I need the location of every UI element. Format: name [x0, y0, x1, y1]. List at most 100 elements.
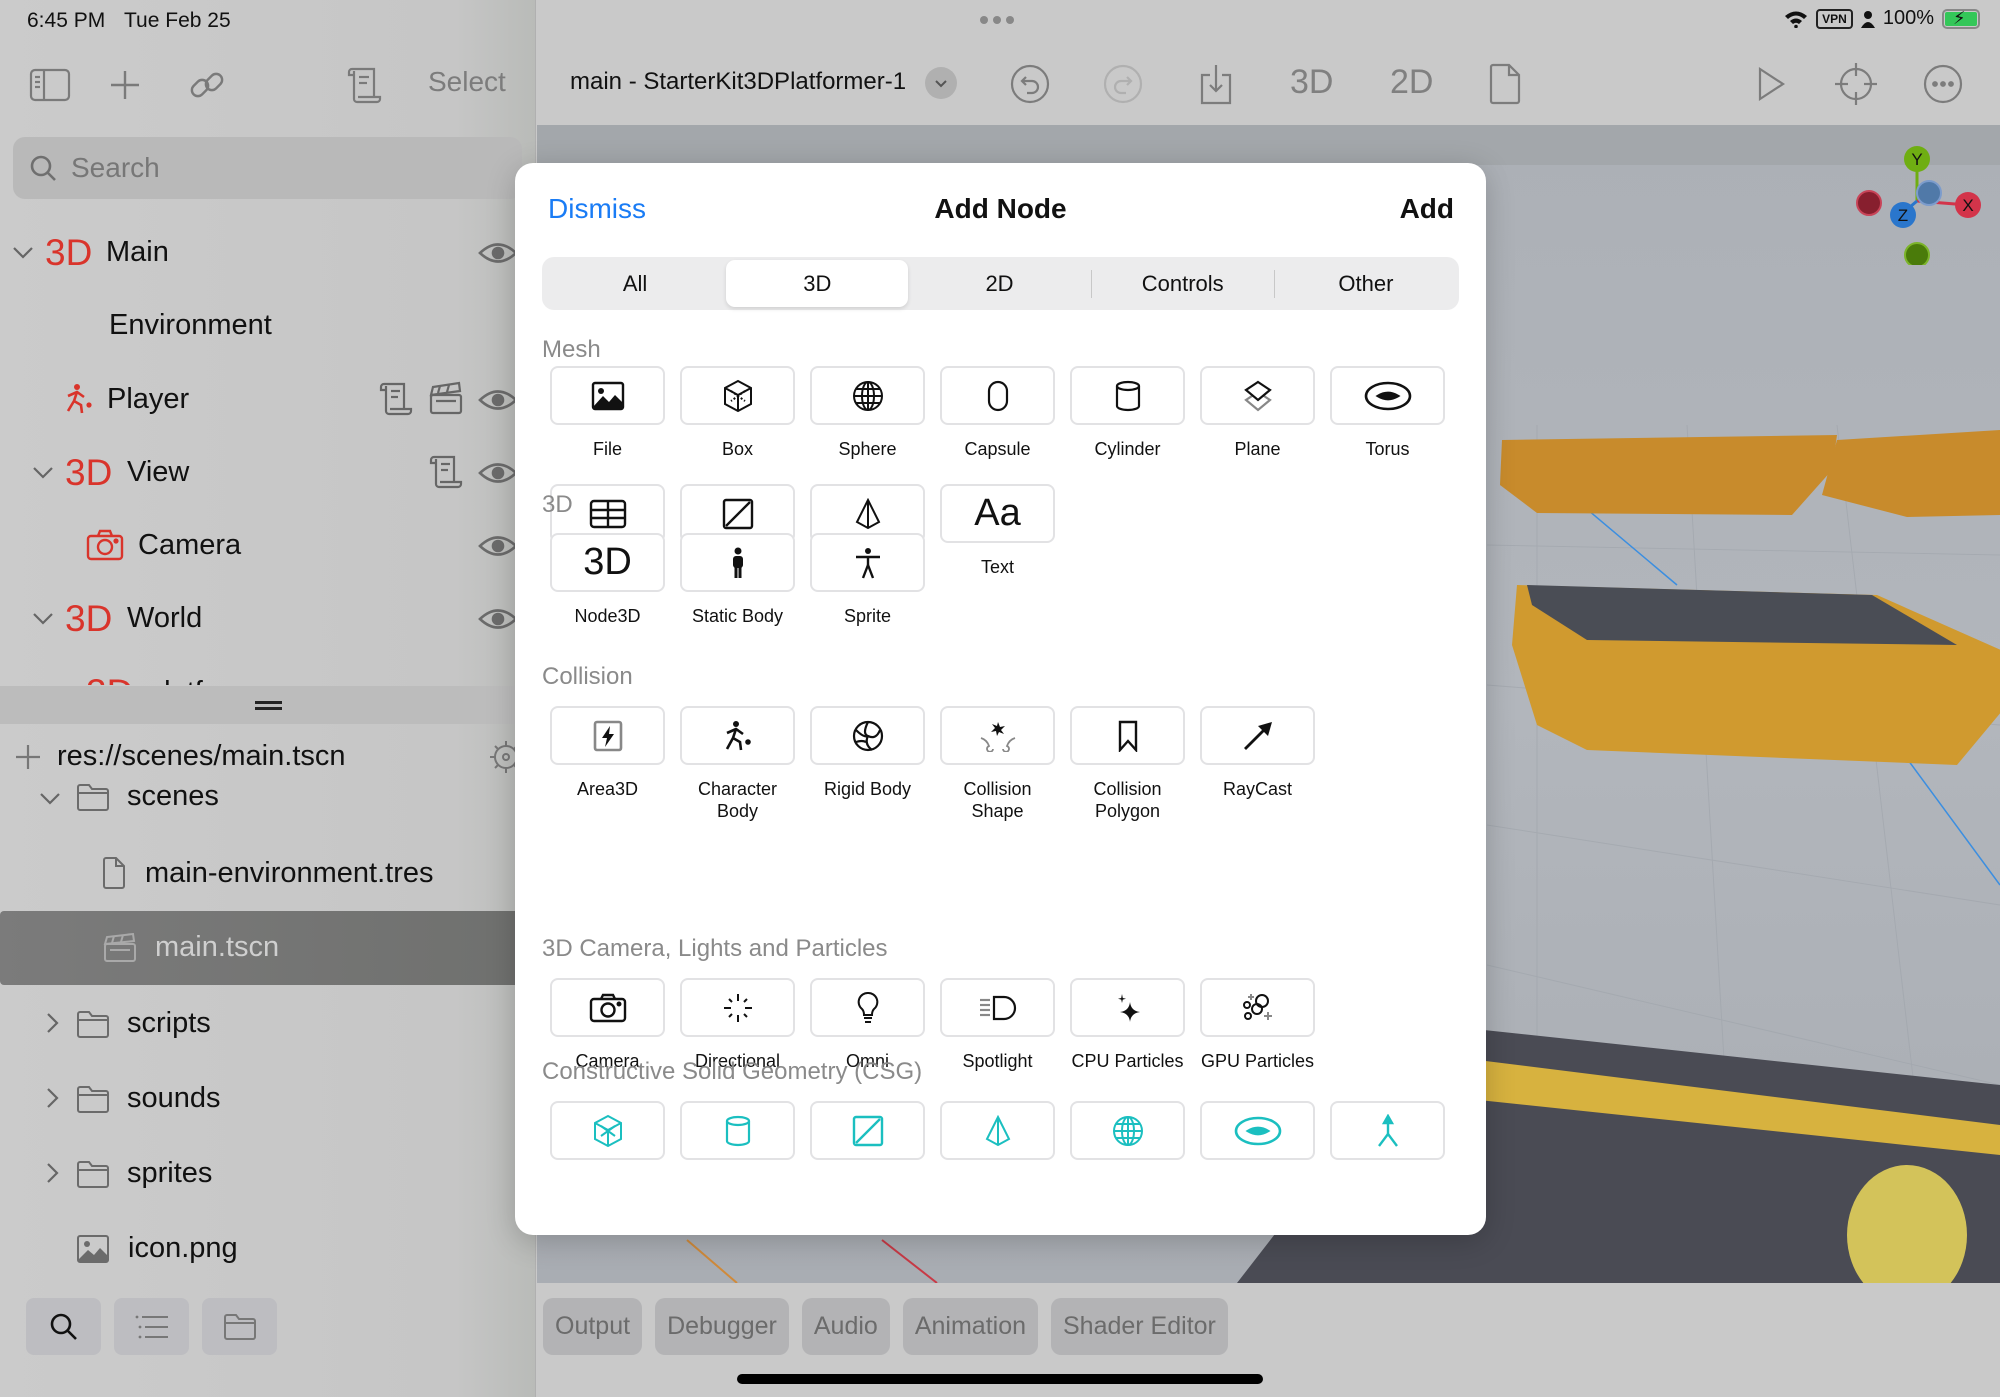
clapperboard-icon[interactable]: [428, 381, 464, 417]
node-csg-cylinder[interactable]: [680, 1101, 795, 1160]
file-item-scenes[interactable]: scenes: [0, 760, 536, 834]
tree-item-camera[interactable]: Camera: [0, 515, 536, 575]
file-item-main-tscn[interactable]: main.tscn: [0, 911, 536, 985]
node-csg-prism[interactable]: [940, 1101, 1055, 1160]
multitasking-dots-icon[interactable]: [980, 12, 1020, 28]
select-button[interactable]: Select: [428, 66, 506, 98]
tab-animation[interactable]: Animation: [902, 1298, 1038, 1355]
tab-2d[interactable]: 2D: [908, 260, 1090, 307]
node-csg-box[interactable]: [550, 1101, 665, 1160]
node-gpu-particles[interactable]: GPU Particles: [1200, 978, 1315, 1072]
file-item-sprites[interactable]: sprites: [0, 1137, 536, 1211]
eye-icon[interactable]: [478, 531, 518, 561]
character-icon: [725, 720, 751, 750]
gizmo-neg-x[interactable]: [1856, 190, 1882, 216]
node-rigid-body[interactable]: Rigid Body: [810, 706, 925, 822]
status-time: 6:45 PM: [27, 9, 106, 32]
chevron-right-icon[interactable]: [40, 1086, 64, 1110]
chevron-down-icon[interactable]: [30, 605, 56, 631]
node-csg-quad[interactable]: [810, 1101, 925, 1160]
orientation-gizmo[interactable]: Y X Z: [1847, 145, 1987, 265]
tab-other[interactable]: Other: [1275, 260, 1457, 307]
tab-audio[interactable]: Audio: [801, 1298, 890, 1355]
search-tab-button[interactable]: [26, 1298, 101, 1355]
node-csg-sphere[interactable]: [1070, 1101, 1185, 1160]
plus-icon[interactable]: [103, 63, 147, 107]
file-item-icon-png[interactable]: icon.png: [0, 1212, 536, 1286]
add-button[interactable]: Add: [1400, 193, 1454, 225]
mode-2d-button[interactable]: 2D: [1390, 63, 1433, 102]
node-csg-combiner[interactable]: [1330, 1101, 1445, 1160]
script-icon[interactable]: [428, 454, 464, 490]
script-icon[interactable]: [378, 381, 414, 417]
document-icon[interactable]: [1482, 61, 1528, 107]
tree-item-player[interactable]: Player: [0, 369, 536, 429]
search-field[interactable]: [13, 137, 522, 199]
scene-title[interactable]: main - StarterKit3DPlatformer-1: [570, 68, 906, 96]
more-options-icon[interactable]: [1920, 61, 1966, 107]
redo-icon[interactable]: [1100, 61, 1146, 107]
outline-tab-button[interactable]: [114, 1298, 189, 1355]
node-collision-polygon[interactable]: Collision Polygon: [1070, 706, 1185, 822]
crosshair-icon[interactable]: [1833, 61, 1879, 107]
node-area3d[interactable]: Area3D: [550, 706, 665, 822]
file-item-main-environment[interactable]: main-environment.tres: [0, 837, 536, 911]
scene-menu-chevron-icon[interactable]: [925, 67, 957, 99]
eye-icon[interactable]: [478, 238, 518, 268]
node-spotlight[interactable]: Spotlight: [940, 978, 1055, 1072]
chevron-down-icon[interactable]: [10, 239, 36, 265]
chevron-down-icon[interactable]: [30, 459, 56, 485]
play-icon[interactable]: [1748, 61, 1794, 107]
search-input[interactable]: [71, 152, 471, 184]
torus-icon: [1364, 381, 1411, 410]
node-raycast[interactable]: RayCast: [1200, 706, 1315, 822]
node-collision-shape[interactable]: Collision Shape: [940, 706, 1055, 822]
node-static-body[interactable]: Static Body: [680, 533, 795, 627]
file-item-label: main.tscn: [155, 931, 280, 963]
tree-item-world[interactable]: 3D World: [0, 588, 536, 648]
node-node3d[interactable]: 3D Node3D: [550, 533, 665, 627]
node-plane[interactable]: Plane: [1200, 366, 1315, 460]
chevron-right-icon[interactable]: [40, 1011, 64, 1035]
node-cylinder[interactable]: Cylinder: [1070, 366, 1185, 460]
tree-item-main[interactable]: 3D Main: [0, 222, 536, 282]
tab-3d[interactable]: 3D: [726, 260, 909, 307]
file-item-sounds[interactable]: sounds: [0, 1062, 536, 1136]
chevron-right-icon[interactable]: [40, 1161, 64, 1185]
save-icon[interactable]: [1193, 61, 1239, 107]
tab-output[interactable]: Output: [543, 1298, 643, 1355]
file-item-scripts[interactable]: scripts: [0, 987, 536, 1061]
eye-icon[interactable]: [478, 604, 518, 634]
undo-icon[interactable]: [1007, 61, 1053, 107]
node-capsule[interactable]: Capsule: [940, 366, 1055, 460]
tab-shader-editor[interactable]: Shader Editor: [1051, 1298, 1228, 1355]
node-torus[interactable]: Torus: [1330, 366, 1445, 460]
tree-item-environment[interactable]: Environment: [0, 295, 536, 355]
node-sprite[interactable]: Sprite: [810, 533, 925, 627]
eye-icon[interactable]: [478, 385, 518, 415]
gizmo-neg-z[interactable]: [1916, 180, 1942, 206]
tree-item-platform[interactable]: 3D platform: [0, 662, 536, 685]
mode-3d-button[interactable]: 3D: [1290, 63, 1333, 102]
files-tab-button[interactable]: [202, 1298, 277, 1355]
node-sphere[interactable]: Sphere: [810, 366, 925, 460]
tab-controls[interactable]: Controls: [1092, 260, 1274, 307]
chevron-down-icon[interactable]: [38, 786, 62, 810]
node-box[interactable]: Box: [680, 366, 795, 460]
node-csg-torus[interactable]: [1200, 1101, 1315, 1160]
node-cpu-particles[interactable]: CPU Particles: [1070, 978, 1185, 1072]
panel-resize-handle[interactable]: [0, 686, 536, 724]
node-character-body[interactable]: Character Body: [680, 706, 795, 822]
cylinder-icon: [1115, 380, 1140, 411]
tab-debugger[interactable]: Debugger: [655, 1298, 789, 1355]
grid-icon: [589, 499, 626, 528]
gizmo-neg-y[interactable]: [1904, 242, 1930, 265]
script-icon[interactable]: [342, 63, 386, 107]
home-indicator[interactable]: [737, 1374, 1263, 1384]
eye-icon[interactable]: [478, 458, 518, 488]
tab-all[interactable]: All: [544, 260, 726, 307]
sidebar-toggle-icon[interactable]: [28, 63, 72, 107]
link-icon[interactable]: [185, 63, 229, 107]
node-file[interactable]: File: [550, 366, 665, 460]
tree-item-view[interactable]: 3D View: [0, 442, 536, 502]
